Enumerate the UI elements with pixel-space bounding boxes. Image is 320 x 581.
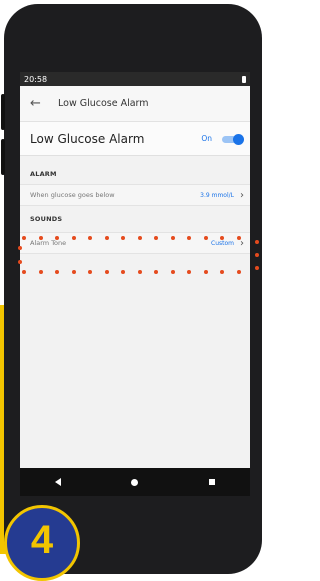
threshold-value: 3.9 mmol/L	[200, 191, 234, 199]
volume-button	[1, 94, 5, 130]
alarm-tone-label: Alarm Tone	[30, 239, 67, 247]
section-header-alarm: ALARM	[30, 170, 57, 178]
page-title: Low Glucose Alarm	[58, 98, 149, 109]
glucose-threshold-row[interactable]: When glucose goes below 3.9 mmol/L ›	[20, 184, 250, 206]
step-number: 4	[30, 518, 54, 562]
chevron-right-icon: ›	[240, 237, 244, 249]
low-glucose-alarm-toggle-row[interactable]: Low Glucose Alarm On	[20, 122, 250, 156]
step-number-badge: 4	[4, 505, 80, 581]
low-glucose-alarm-switch[interactable]	[222, 133, 244, 145]
toggle-label: Low Glucose Alarm	[30, 131, 145, 146]
threshold-label: When glucose goes below	[30, 191, 115, 199]
nav-back-icon[interactable]	[55, 478, 62, 486]
alarm-tone-value: Custom	[211, 239, 234, 247]
chevron-right-icon: ›	[240, 189, 244, 201]
nav-home-icon[interactable]	[131, 478, 139, 486]
toggle-state-text: On	[201, 134, 212, 143]
power-button	[1, 139, 5, 175]
arrow-left-icon[interactable]: ←	[30, 96, 50, 111]
app-bar: ← Low Glucose Alarm	[20, 86, 250, 122]
alarm-tone-row[interactable]: Alarm Tone Custom ›	[20, 232, 250, 254]
android-nav-bar	[20, 468, 250, 496]
switch-thumb	[233, 133, 244, 145]
phone-screen: 20:58 ← Low Glucose Alarm Low Glucose Al…	[20, 72, 250, 496]
status-bar: 20:58	[20, 72, 250, 86]
status-time: 20:58	[24, 74, 48, 84]
section-header-sounds: SOUNDS	[30, 215, 63, 223]
battery-icon	[242, 75, 246, 83]
nav-recents-icon[interactable]	[208, 479, 215, 485]
